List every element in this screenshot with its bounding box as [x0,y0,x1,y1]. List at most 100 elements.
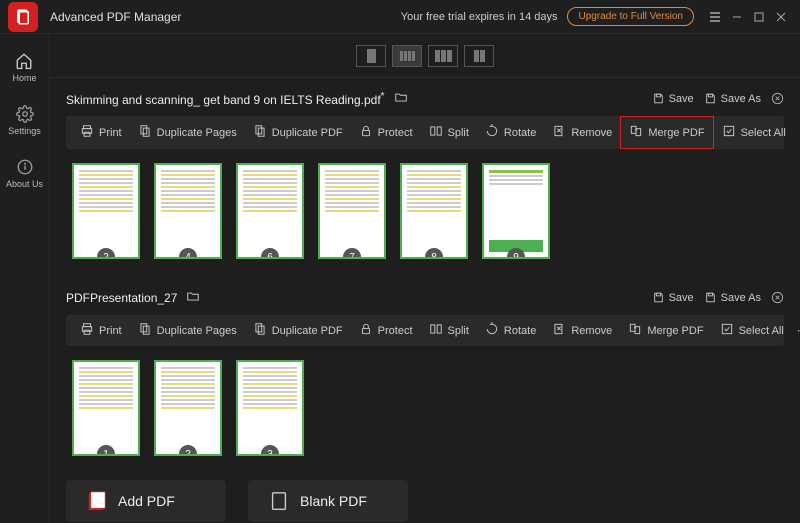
remove-button[interactable]: Remove [544,117,620,148]
document-header: Skimming and scanning_ get band 9 on IEL… [66,86,784,111]
rotate-button[interactable]: Rotate [477,117,544,148]
sidebar-item-about[interactable]: About Us [6,158,43,189]
select-all-icon [722,124,736,141]
page-thumbnail[interactable]: 9 [482,163,550,259]
rotate-icon [485,322,499,339]
document-name: PDFPresentation_27 [66,291,177,305]
page-number-badge: 7 [343,248,361,259]
protect-button[interactable]: Protect [351,117,421,148]
split-icon [429,322,443,339]
view-single-button[interactable] [356,45,386,67]
split-icon [429,124,443,141]
save-as-button[interactable]: Save As [704,291,761,304]
duplicate-pdf-button[interactable]: Duplicate PDF [245,315,351,346]
sidebar-item-home[interactable]: Home [12,52,36,83]
page-number-badge: 3 [261,445,279,456]
blank-pdf-label: Blank PDF [300,493,367,509]
thumbnail-strip: 2 4 6 7 8 9 [66,149,784,277]
page-thumbnail[interactable]: 7 [318,163,386,259]
save-button[interactable]: Save [652,92,694,105]
view-mode-bar [50,34,800,78]
sidebar-item-settings[interactable]: Settings [8,105,41,136]
split-button[interactable]: Split [421,117,477,148]
close-document-button[interactable] [771,92,784,105]
merge-pdf-button[interactable]: Merge PDF [620,315,711,346]
select-all-icon [720,322,734,339]
duplicate-pdf-icon [253,322,267,339]
merge-icon [628,322,642,339]
hamburger-icon[interactable] [704,6,726,28]
app-logo [8,2,38,32]
sidebar-label-home: Home [12,73,36,83]
page-thumbnail[interactable]: 2 [154,360,222,456]
duplicate-pages-button[interactable]: Duplicate Pages [130,315,245,346]
thumbnail-strip: 1 2 3 [66,346,784,474]
open-folder-button[interactable] [185,289,201,306]
document-section: Skimming and scanning_ get band 9 on IEL… [50,78,800,277]
sidebar: Home Settings About Us [0,34,50,523]
page-number-badge: 4 [179,248,197,259]
document-name: Skimming and scanning_ get band 9 on IEL… [66,91,385,107]
lock-icon [359,322,373,339]
remove-button[interactable]: Remove [544,315,620,346]
duplicate-pdf-button[interactable]: Duplicate PDF [245,117,351,148]
blank-pdf-button[interactable]: Blank PDF [248,480,408,522]
page-thumbnail[interactable]: 8 [400,163,468,259]
remove-icon [552,322,566,339]
lock-icon [359,124,373,141]
save-button[interactable]: Save [652,291,694,304]
print-button[interactable]: Print [72,117,130,148]
titlebar: Advanced PDF Manager Your free trial exp… [0,0,800,34]
more-button[interactable]: ⋯ [792,317,800,344]
page-number-badge: 2 [97,248,115,259]
sidebar-label-about: About Us [6,179,43,189]
view-two-up-button[interactable] [464,45,494,67]
rotate-icon [485,124,499,141]
print-icon [80,322,94,339]
document-header: PDFPresentation_27 Save Save As [66,285,784,310]
close-document-button[interactable] [771,291,784,304]
open-folder-button[interactable] [393,90,409,107]
upgrade-button[interactable]: Upgrade to Full Version [567,7,694,26]
duplicate-pdf-icon [253,124,267,141]
page-thumbnail[interactable]: 2 [72,163,140,259]
split-button[interactable]: Split [421,315,477,346]
page-thumbnail[interactable]: 6 [236,163,304,259]
main-content: Skimming and scanning_ get band 9 on IEL… [50,34,800,523]
print-icon [80,124,94,141]
remove-icon [552,124,566,141]
add-pdf-label: Add PDF [118,493,175,509]
maximize-button[interactable] [748,6,770,28]
minimize-button[interactable] [726,6,748,28]
add-pdf-button[interactable]: Add PDF [66,480,226,522]
page-number-badge: 8 [425,248,443,259]
more-button[interactable]: ⋯ [794,119,800,146]
page-thumbnail[interactable]: 3 [236,360,304,456]
document-section: PDFPresentation_27 Save Save As Print Du… [50,277,800,474]
merge-icon [629,124,643,141]
save-as-button[interactable]: Save As [704,92,761,105]
document-toolbar: Print Duplicate Pages Duplicate PDF Prot… [66,116,784,149]
sidebar-label-settings: Settings [8,126,41,136]
page-thumbnail[interactable]: 1 [72,360,140,456]
print-button[interactable]: Print [72,315,130,346]
page-thumbnail[interactable]: 4 [154,163,222,259]
trial-notice: Your free trial expires in 14 days [401,11,558,23]
protect-button[interactable]: Protect [351,315,421,346]
duplicate-pages-icon [138,124,152,141]
view-med-grid-button[interactable] [428,45,458,67]
select-all-button[interactable]: Select All [712,315,792,346]
page-number-badge: 6 [261,248,279,259]
view-small-grid-button[interactable] [392,45,422,67]
page-number-badge: 2 [179,445,197,456]
merge-pdf-button[interactable]: Merge PDF [620,116,713,149]
select-all-button[interactable]: Select All [714,117,794,148]
document-toolbar: Print Duplicate Pages Duplicate PDF Prot… [66,315,784,346]
duplicate-pages-button[interactable]: Duplicate Pages [130,117,245,148]
page-number-badge: 1 [97,445,115,456]
page-number-badge: 9 [507,248,525,259]
app-title: Advanced PDF Manager [50,10,401,24]
close-button[interactable] [770,6,792,28]
duplicate-pages-icon [138,322,152,339]
rotate-button[interactable]: Rotate [477,315,544,346]
